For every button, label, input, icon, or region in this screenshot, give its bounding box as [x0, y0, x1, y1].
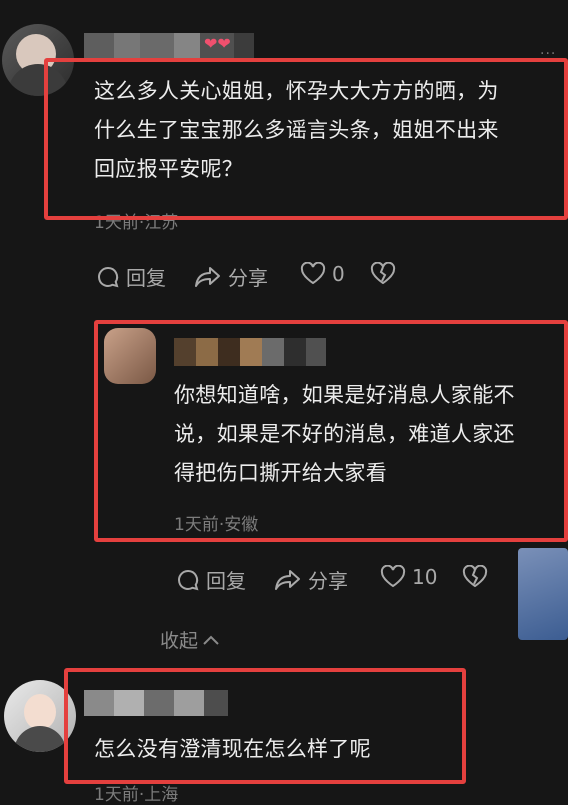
share-label: 分享 [308, 569, 348, 593]
heart-outline-icon [380, 565, 406, 588]
like-button[interactable]: 0 [300, 262, 345, 286]
collapse-label: 收起 [160, 630, 199, 652]
reply-button[interactable]: 回复 [96, 262, 166, 291]
blurred-thumbnail[interactable] [518, 548, 568, 640]
share-button[interactable]: 分享 [274, 565, 348, 594]
highlight-box [94, 320, 568, 542]
reply-label: 回复 [126, 266, 166, 290]
highlight-box [44, 58, 568, 220]
collapse-button[interactable]: 收起 [160, 626, 220, 653]
dislike-button[interactable] [370, 262, 396, 286]
chevron-up-icon [203, 635, 219, 645]
share-label: 分享 [228, 266, 268, 290]
dislike-button[interactable] [462, 565, 488, 589]
like-count: 0 [332, 262, 345, 286]
heart-decoration-icon: ❤❤ [204, 34, 231, 53]
broken-heart-icon [370, 262, 396, 285]
reply-button[interactable]: 回复 [176, 565, 246, 594]
broken-heart-icon [462, 565, 488, 588]
like-button[interactable]: 10 [380, 565, 437, 589]
share-icon [275, 569, 300, 590]
share-icon [195, 266, 220, 287]
highlight-box [64, 668, 466, 784]
reply-icon [178, 569, 199, 590]
comment-meta: 1天前·上海 [94, 785, 179, 805]
share-button[interactable]: 分享 [194, 262, 268, 291]
reply-icon [98, 266, 119, 287]
reply-label: 回复 [206, 569, 246, 593]
heart-outline-icon [300, 262, 326, 285]
like-count: 10 [412, 565, 438, 589]
